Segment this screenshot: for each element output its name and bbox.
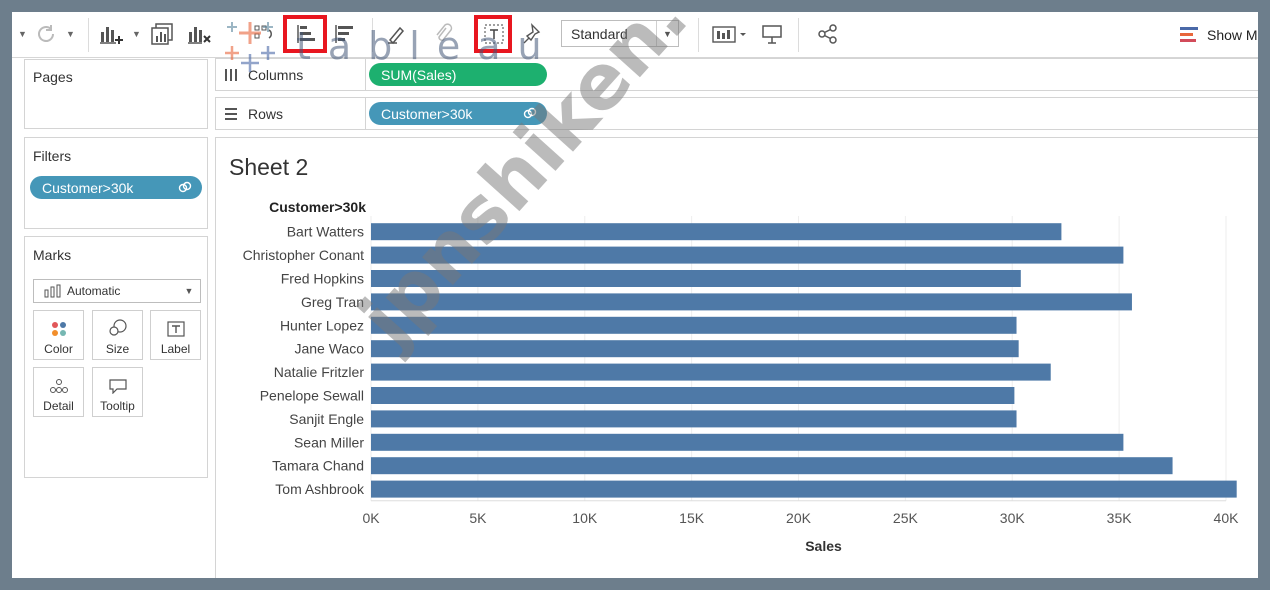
rows-label: Rows [248,105,284,122]
pages-title: Pages [33,69,73,85]
marks-tooltip-button[interactable]: Tooltip [92,367,143,417]
share-icon[interactable] [816,22,840,46]
marks-card: Marks Automatic ▼ Color Size Label Detai… [24,236,208,478]
x-tick-label: 30K [1000,510,1026,526]
new-sheet-dropdown-caret[interactable]: ▼ [132,22,141,46]
marks-detail-label: Detail [43,399,74,413]
marks-title: Marks [33,247,72,263]
bar[interactable] [371,410,1017,428]
category-label: Tamara Chand [272,458,364,474]
refresh-icon[interactable] [34,22,58,46]
tableau-logo-mark [225,22,275,72]
bar[interactable] [371,457,1173,475]
marks-tooltip-label: Tooltip [100,399,135,413]
marks-label-button[interactable]: Label [150,310,201,360]
filter-pill-customer[interactable]: Customer>30k [30,176,202,199]
label-icon [166,321,185,337]
x-tick-label: 40K [1214,510,1240,526]
x-tick-label: 20K [786,510,812,526]
toolbar-separator [88,18,89,52]
bar[interactable] [371,363,1051,381]
category-label: Jane Waco [294,341,364,357]
category-label: Hunter Lopez [280,317,364,333]
tableau-logo-text: tableau [296,24,559,68]
x-tick-label: 15K [679,510,705,526]
duplicate-icon[interactable] [150,22,176,46]
bar-chart-icon [44,284,61,298]
bar-chart: Bart Watters Christopher Conant Fred Hopki… [243,216,1240,554]
marks-color-label: Color [44,342,73,356]
bar[interactable] [371,316,1017,334]
marks-color-button[interactable]: Color [33,310,84,360]
category-label: Penelope Sewall [260,388,364,404]
x-tick-label: 10K [572,510,598,526]
rows-shelf[interactable]: Rows Customer>30k [215,97,1258,130]
detail-icon [49,379,68,393]
chevron-down-icon: ▼ [184,286,194,296]
category-label: Tom Ashbrook [275,481,365,497]
category-label: Christopher Conant [243,247,365,263]
marks-size-label: Size [105,342,130,356]
category-label: Sanjit Engle [289,411,364,427]
bar[interactable] [371,293,1132,311]
refresh-dropdown-caret[interactable]: ▼ [66,22,75,46]
presentation-icon[interactable] [760,22,784,46]
show-me-label: Show M [1207,27,1258,43]
filters-card: Filters Customer>30k [24,137,208,229]
bar[interactable] [371,433,1124,451]
color-icon [51,322,66,336]
bar[interactable] [371,480,1237,498]
size-icon [108,319,127,336]
x-axis-title: Sales [805,538,842,554]
rows-shelf-label: Rows [216,98,366,129]
filter-pill-label: Customer>30k [42,179,134,196]
marks-detail-button[interactable]: Detail [33,367,84,417]
new-worksheet-icon[interactable] [98,22,126,46]
x-tick-label: 5K [469,510,487,526]
bar[interactable] [371,387,1015,404]
fit-icon[interactable] [710,22,750,46]
rows-pill-label: Customer>30k [381,105,473,122]
filters-title: Filters [33,148,72,164]
clear-sheet-icon[interactable] [186,22,214,46]
mark-type-value: Automatic [67,284,121,298]
undo-dropdown-caret[interactable]: ▼ [18,22,27,46]
show-me-button[interactable]: Show M [1180,24,1258,46]
x-tick-label: 35K [1107,510,1133,526]
x-tick-label: 0K [362,510,380,526]
marks-label-label: Label [160,342,191,356]
x-tick-label: 25K [893,510,919,526]
category-label: Bart Watters [287,224,364,240]
mark-type-select[interactable]: Automatic ▼ [33,279,201,303]
category-label: Fred Hopkins [281,271,364,287]
pages-card: Pages [24,59,208,129]
category-label: Natalie Fritzler [274,364,365,380]
marks-size-button[interactable]: Size [92,310,143,360]
worksheet-view: Sheet 2 Customer>30k Bart Watters Christo… [215,137,1258,578]
category-label: Sean Miller [294,434,364,450]
bar[interactable] [371,340,1019,358]
link-icon [178,181,192,193]
toolbar-separator [798,18,799,52]
tooltip-icon [108,379,127,394]
show-me-icon [1180,27,1198,42]
tableau-logo: tableau [222,18,559,74]
tableau-window: ▼ ▼ ▼ Standard ▼ Show M Pages Filters Cu… [12,12,1258,578]
rows-icon [225,107,237,120]
